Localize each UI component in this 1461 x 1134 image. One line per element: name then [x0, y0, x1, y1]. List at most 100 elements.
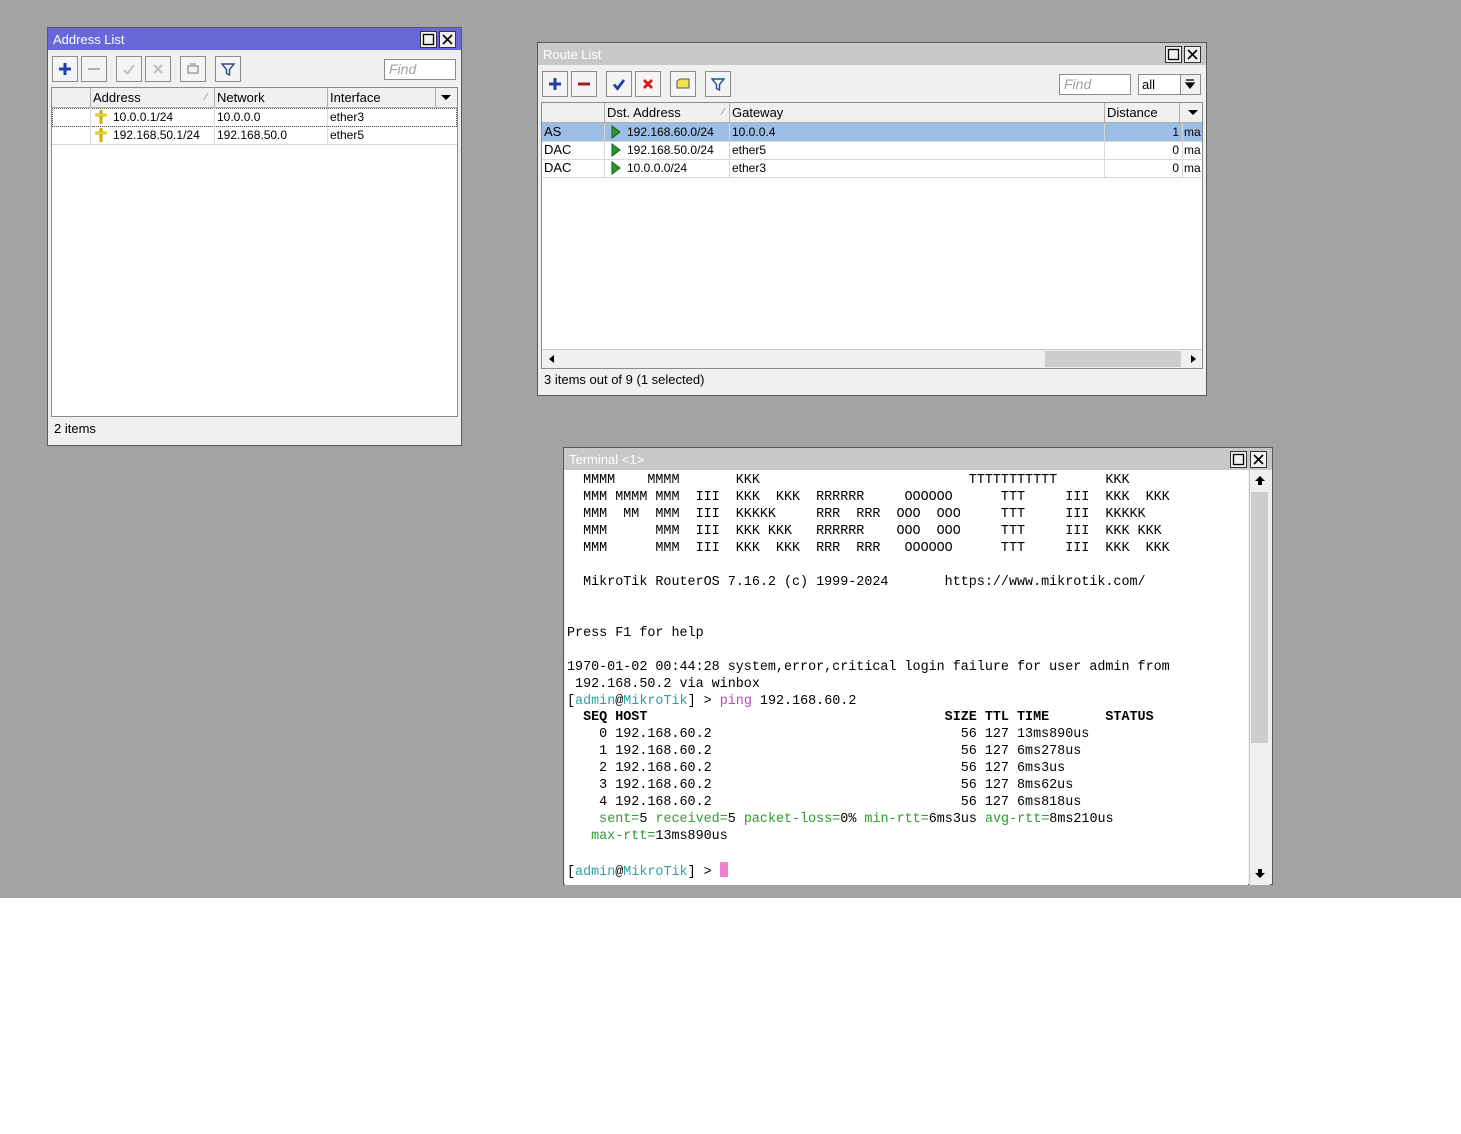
table-row[interactable]: DAC 192.168.50.0/24 ether5 0 ma — [542, 141, 1202, 160]
enable-icon — [612, 79, 626, 91]
sort-icon: ⁄ — [722, 107, 724, 118]
scrollbar-thumb[interactable] — [1251, 492, 1268, 743]
scrollbar-thumb[interactable] — [1045, 351, 1181, 367]
column-chooser-button[interactable] — [1183, 103, 1202, 122]
address-find-input[interactable]: Find — [384, 59, 456, 80]
log-line: 192.168.50.2 via winbox — [567, 677, 760, 692]
maximize-button[interactable] — [420, 31, 437, 48]
banner-line: MMM MM MMM III KKKKK RRR RRR OOO OOO TTT… — [567, 507, 1146, 522]
disable-button[interactable] — [145, 56, 171, 82]
distance-column-header[interactable]: Distance — [1105, 103, 1180, 122]
maximize-icon — [1167, 48, 1180, 61]
enable-button[interactable] — [116, 56, 142, 82]
address-column-header[interactable]: Address ⁄ — [91, 88, 215, 107]
scroll-down-icon[interactable] — [1250, 864, 1270, 882]
route-list-titlebar[interactable]: Route List — [538, 43, 1206, 65]
maximize-button[interactable] — [1165, 46, 1182, 63]
summary-value: 6ms3us — [928, 812, 977, 827]
route-filter-value: all — [1142, 77, 1156, 92]
scroll-left-icon[interactable] — [544, 350, 560, 368]
sort-icon: ⁄ — [205, 92, 207, 103]
route-filter-dropdown-button[interactable] — [1180, 75, 1200, 94]
extra-cell: ma — [1184, 143, 1201, 157]
route-active-icon — [611, 143, 621, 157]
remove-icon — [88, 68, 100, 70]
filter-button[interactable] — [705, 71, 731, 97]
comment-button[interactable] — [670, 71, 696, 97]
gateway-cell: ether5 — [730, 141, 1105, 159]
table-row[interactable]: 10.0.0.1/24 10.0.0.0 ether3 — [52, 108, 457, 127]
prompt-bracket: [ — [567, 865, 576, 880]
table-row[interactable]: 192.168.50.1/24 192.168.50.0 ether5 — [52, 126, 457, 145]
table-header: Dst. Address ⁄ Gateway Distance — [542, 103, 1202, 123]
scroll-right-icon[interactable] — [1185, 350, 1201, 368]
route-filter-select[interactable]: all — [1138, 74, 1201, 95]
terminal-cursor[interactable] — [719, 862, 728, 877]
maximize-button[interactable] — [1230, 451, 1247, 468]
add-button[interactable] — [542, 71, 568, 97]
close-button[interactable] — [439, 31, 456, 48]
log-line: 1970-01-02 00:44:28 system,error,critica… — [567, 660, 1170, 675]
add-button[interactable] — [52, 56, 78, 82]
column-label: Distance — [1107, 105, 1158, 120]
scroll-up-icon[interactable] — [1250, 472, 1270, 490]
horizontal-scrollbar[interactable] — [542, 349, 1202, 368]
summary-key: avg-rtt= — [984, 812, 1050, 827]
vertical-scrollbar[interactable] — [1249, 470, 1270, 885]
ping-summary: sent=5 received=5 packet-loss=0% min-rtt… — [567, 811, 1113, 828]
ping-row: 0 192.168.60.2 56 127 13ms890us — [567, 727, 1090, 742]
table-header: Address ⁄ Network Interface — [52, 88, 457, 108]
comment-icon — [676, 78, 690, 89]
summary-key: sent= — [599, 812, 640, 827]
terminal-titlebar[interactable]: Terminal <1> — [564, 448, 1272, 470]
address-list-titlebar[interactable]: Address List — [48, 28, 461, 50]
close-icon — [442, 34, 453, 45]
prompt-end: ] > — [687, 694, 720, 709]
filter-icon — [220, 63, 236, 77]
dst-address-cell: 192.168.50.0/24 — [605, 141, 730, 159]
command-line: [admin@MikroTik] > ping 192.168.60.2 — [567, 693, 856, 710]
summary-value: 0% — [840, 812, 857, 827]
disable-button[interactable] — [635, 71, 661, 97]
dst-address-column-header[interactable]: Dst. Address ⁄ — [605, 103, 730, 122]
route-table: Dst. Address ⁄ Gateway Distance AS 192.1… — [541, 102, 1203, 369]
distance-cell: 0 — [1105, 141, 1183, 159]
banner-line: MMM MMM III KKK KKK RRRRRR OOO OOO TTT I… — [567, 524, 1162, 539]
column-label: Dst. Address — [607, 105, 681, 120]
table-row-selected[interactable]: AS 192.168.60.0/24 10.0.0.4 1 ma — [542, 123, 1202, 142]
route-find-input[interactable]: Find — [1059, 74, 1131, 95]
column-chooser-button[interactable] — [436, 88, 457, 107]
filter-icon — [710, 78, 726, 92]
address-value: 10.0.0.1/24 — [113, 110, 174, 124]
close-button[interactable] — [1184, 46, 1201, 63]
enable-button[interactable] — [606, 71, 632, 97]
address-list-title: Address List — [53, 32, 125, 47]
comment-button[interactable] — [180, 56, 206, 82]
network-column-header[interactable]: Network — [215, 88, 328, 107]
interface-cell: ether5 — [330, 128, 365, 142]
remove-button[interactable] — [571, 71, 597, 97]
extra-cell: ma — [1184, 125, 1201, 139]
interface-column-header[interactable]: Interface — [328, 88, 436, 107]
gateway-column-header[interactable]: Gateway — [730, 103, 1105, 122]
flags-cell: DAC — [542, 141, 605, 159]
close-button[interactable] — [1250, 451, 1267, 468]
route-list-title: Route List — [543, 47, 602, 62]
dst-address-value: 10.0.0.0/24 — [627, 161, 688, 175]
filter-button[interactable] — [215, 56, 241, 82]
enable-icon — [123, 64, 135, 76]
flags-column-header[interactable] — [542, 103, 605, 122]
route-list-window: Route List Find all Dst. Address ⁄ Gatew… — [537, 42, 1207, 396]
command-name: ping — [719, 694, 752, 709]
prompt-host: MikroTik — [623, 694, 688, 709]
table-row[interactable]: DAC 10.0.0.0/24 ether3 0 ma — [542, 159, 1202, 178]
address-value: 192.168.50.1/24 — [113, 128, 200, 142]
terminal-screen[interactable]: MMMM MMMM KKK TTTTTTTTTTT KKK MMM MMMM M… — [565, 470, 1248, 885]
address-cell: 10.0.0.1/24 — [91, 108, 215, 126]
ip-address-icon — [95, 128, 107, 142]
flags-column-header[interactable] — [52, 88, 91, 107]
address-list-window: Address List Find Address ⁄ Network Inte… — [47, 27, 462, 446]
remove-button[interactable] — [81, 56, 107, 82]
ping-row: 1 192.168.60.2 56 127 6ms278us — [567, 744, 1082, 759]
summary-key: packet-loss= — [743, 812, 841, 827]
